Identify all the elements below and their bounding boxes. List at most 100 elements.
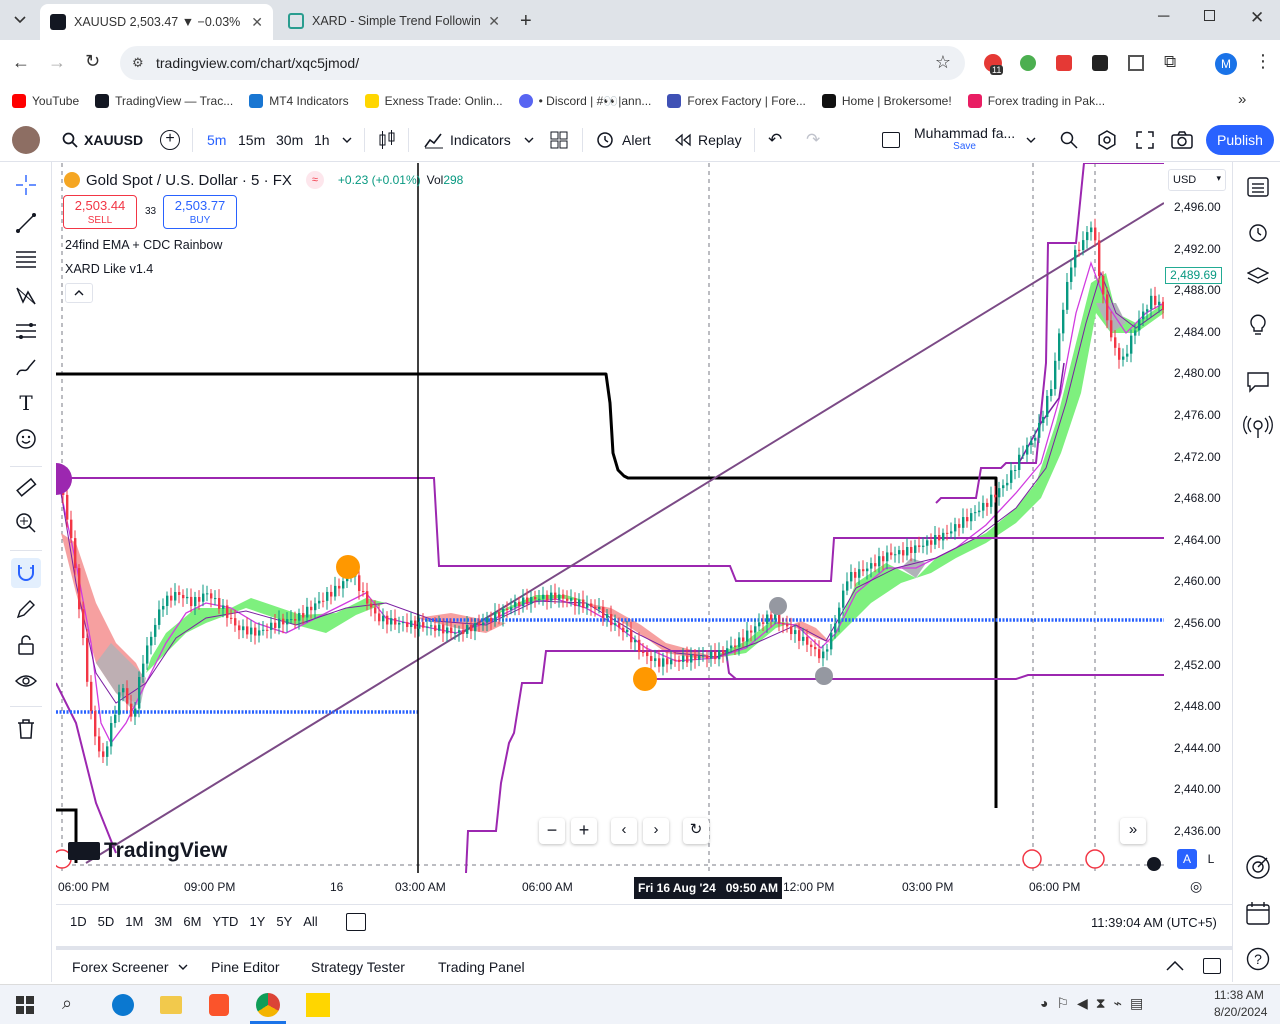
edge-icon[interactable]	[112, 994, 134, 1016]
zoom-tool[interactable]	[11, 508, 41, 538]
maximize-panel-button[interactable]	[1203, 958, 1221, 974]
trend-line-tool[interactable]	[11, 208, 41, 238]
crosshair-tool[interactable]	[11, 170, 41, 200]
expand-panel-button[interactable]	[1166, 958, 1184, 974]
taskbar-date[interactable]: 8/20/2024	[1214, 1005, 1267, 1019]
measure-tool[interactable]	[11, 472, 41, 502]
publish-button[interactable]: Publish	[1206, 125, 1274, 155]
scroll-left-button[interactable]: ‹	[611, 818, 637, 844]
range-button[interactable]: 1Y	[249, 914, 265, 929]
streams-button[interactable]	[1243, 412, 1273, 442]
symbol-search[interactable]: XAUUSD	[62, 118, 143, 162]
alerts-button[interactable]	[1243, 217, 1273, 247]
fib-tool[interactable]	[11, 244, 41, 274]
settings-button[interactable]	[1097, 118, 1117, 162]
new-tab-button[interactable]: +	[520, 10, 532, 33]
range-button[interactable]: 5Y	[276, 914, 292, 929]
sell-button[interactable]: 2,503.44 SELL	[63, 195, 137, 229]
bookmark-forexfactory[interactable]: Forex Factory | Fore...	[667, 94, 806, 108]
range-button[interactable]: 6M	[183, 914, 201, 929]
currency-select[interactable]: USD ▾	[1168, 169, 1226, 191]
close-icon[interactable]: ✕	[480, 13, 500, 30]
brush-tool[interactable]	[11, 352, 41, 382]
taskbar-time[interactable]: 11:38 AM	[1214, 988, 1264, 1002]
object-tree-button[interactable]	[1243, 262, 1273, 292]
site-info-icon[interactable]: ⚙	[132, 55, 144, 71]
alert-button[interactable]: Alert	[596, 118, 651, 162]
layout-menu[interactable]: Muhammad fa... Save	[882, 118, 1015, 162]
bookmark-youtube[interactable]: YouTube	[12, 94, 79, 108]
indicator-legend-ema[interactable]: 24find EMA + CDC Rainbow	[65, 238, 222, 252]
extensions-puzzle-icon[interactable]: ⧉	[1164, 52, 1176, 72]
more-bookmarks-icon[interactable]: »	[1238, 91, 1246, 108]
extension-qr-icon[interactable]	[1128, 55, 1144, 71]
compare-symbol-button[interactable]: +	[160, 118, 180, 162]
address-bar[interactable]: ⚙ tradingview.com/chart/xqc5jmod/ ☆	[120, 46, 965, 80]
stay-drawing-tool[interactable]	[11, 594, 41, 624]
browser-menu-icon[interactable]: ⋮	[1254, 51, 1272, 72]
windows-start-icon[interactable]	[16, 996, 34, 1014]
quick-search-button[interactable]	[1060, 118, 1078, 162]
zoom-in-button[interactable]: +	[571, 818, 597, 844]
ideas-button[interactable]	[1243, 309, 1273, 339]
help-button[interactable]: ?	[1243, 944, 1273, 974]
bookmark-discord[interactable]: • Discord | #👀|ann...	[518, 94, 651, 108]
exness-app-icon[interactable]	[306, 993, 330, 1017]
interval-15m[interactable]: 15m	[238, 118, 265, 162]
range-button[interactable]: All	[303, 914, 317, 929]
range-button[interactable]: 3M	[154, 914, 172, 929]
date-range-button[interactable]	[346, 913, 366, 931]
bookmark-star-icon[interactable]: ☆	[935, 52, 951, 73]
pattern-tool[interactable]	[11, 280, 41, 310]
log-scale-button[interactable]: L	[1201, 849, 1221, 869]
tab-pine-editor[interactable]: Pine Editor	[211, 959, 279, 975]
calendar-button[interactable]	[1243, 898, 1273, 928]
scroll-right-button[interactable]: ›	[643, 818, 669, 844]
chart-type-button[interactable]	[378, 118, 396, 162]
time-axis[interactable]: 06:00 PM 09:00 PM 16 03:00 AM 06:00 AM 12:00 …	[56, 849, 1232, 901]
tab-xard[interactable]: XARD - Simple Trend Following ✕	[278, 6, 510, 36]
chats-button[interactable]	[1243, 367, 1273, 397]
us-event-flag-icon[interactable]	[1085, 849, 1105, 869]
system-tray[interactable]: ◕⚐◀⧗⌁▤	[1040, 995, 1151, 1012]
layout-dropdown[interactable]	[1026, 118, 1036, 162]
brave-icon[interactable]	[209, 994, 229, 1016]
search-icon[interactable]: ⌕	[62, 993, 72, 1014]
restore-button[interactable]	[1204, 10, 1215, 21]
emoji-tool[interactable]	[11, 424, 41, 454]
snapshot-button[interactable]	[1171, 118, 1193, 162]
zoom-out-button[interactable]: −	[539, 818, 565, 844]
reset-chart-button[interactable]: ↻	[683, 818, 709, 844]
bookmark-exness[interactable]: Exness Trade: Onlin...	[364, 94, 503, 108]
tab-strategy-tester[interactable]: Strategy Tester	[311, 959, 405, 975]
close-icon[interactable]: ✕	[243, 14, 263, 31]
forward-icon[interactable]: →	[48, 52, 66, 73]
extension-globe-icon[interactable]	[1020, 55, 1036, 71]
undo-button[interactable]: ↶	[768, 118, 782, 162]
watchlist-button[interactable]	[1243, 172, 1273, 202]
tab-xauusd[interactable]: XAUUSD 2,503.47 ▼ −0.03% M ✕	[40, 4, 273, 40]
interval-1h[interactable]: 1h	[314, 118, 330, 162]
time-axis-settings-icon[interactable]: ◎	[1190, 878, 1202, 895]
tab-trading-panel[interactable]: Trading Panel	[438, 959, 525, 975]
add-plus-icon[interactable]	[1147, 857, 1161, 871]
hide-drawings-tool[interactable]	[11, 666, 41, 696]
profile-avatar[interactable]: M	[1215, 53, 1237, 75]
replay-button[interactable]: Replay	[674, 118, 742, 162]
forecast-tool[interactable]	[11, 316, 41, 346]
tab-search-button[interactable]	[6, 8, 34, 32]
bookmark-mt4[interactable]: MT4 Indicators	[249, 94, 349, 108]
chrome-icon[interactable]	[256, 993, 280, 1017]
user-avatar[interactable]	[12, 118, 40, 162]
range-button[interactable]: 1M	[125, 914, 143, 929]
scroll-to-realtime-button[interactable]: »	[1120, 818, 1146, 844]
close-window-button[interactable]: ✕	[1250, 8, 1264, 28]
range-button[interactable]: 5D	[98, 914, 115, 929]
back-icon[interactable]: ←	[12, 52, 30, 73]
interval-30m[interactable]: 30m	[276, 118, 303, 162]
us-event-flag-icon[interactable]	[1022, 849, 1042, 869]
hotlists-button[interactable]	[1243, 852, 1273, 882]
price-chart[interactable]	[56, 163, 1164, 873]
interval-5m[interactable]: 5m	[207, 118, 226, 162]
bookmark-brokersome[interactable]: Home | Brokersome!	[821, 94, 952, 108]
